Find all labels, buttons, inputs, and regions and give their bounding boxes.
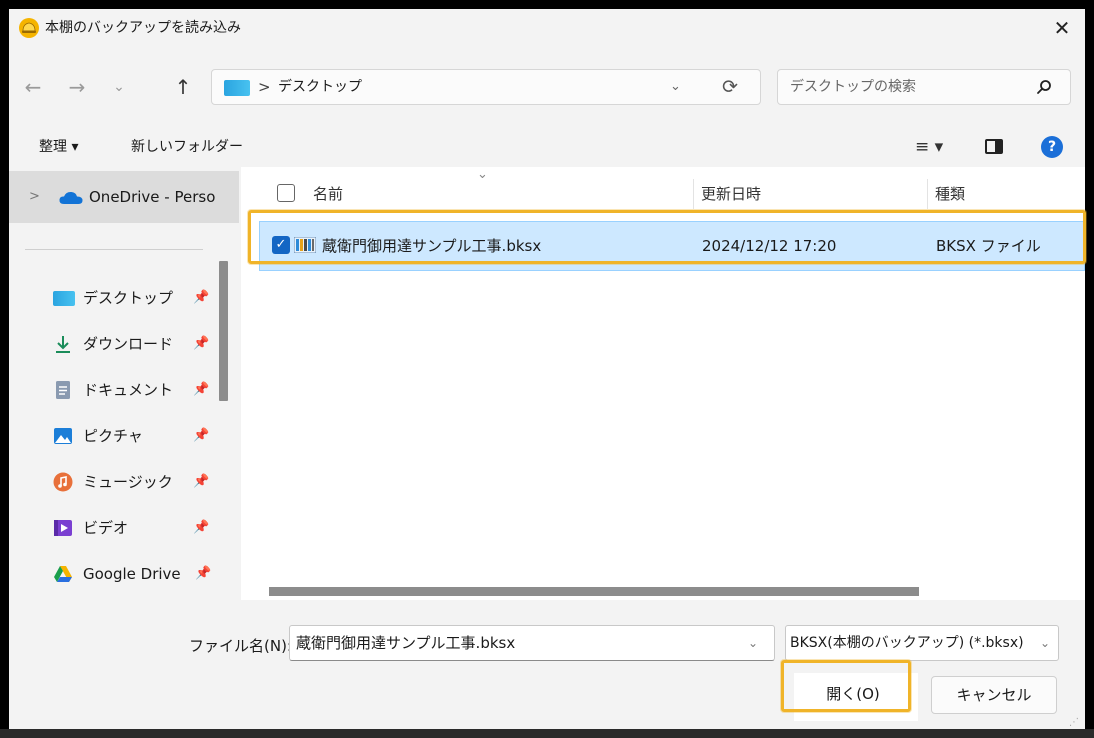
download-icon <box>56 336 70 353</box>
pin-icon[interactable]: 📌 <box>195 551 211 597</box>
command-bar: 整理 ▾ 新しいフォルダー ≡ ▾ ? <box>9 127 1085 167</box>
pin-icon[interactable]: 📌 <box>193 459 209 505</box>
sidebar-item-documents[interactable]: ドキュメント 📌 <box>9 367 223 413</box>
column-header-type[interactable]: 種類 <box>935 179 965 209</box>
open-button-highlight <box>781 660 911 712</box>
screenshot-border-right <box>1085 0 1094 738</box>
preview-pane-fill <box>995 141 1001 152</box>
chevron-down-icon[interactable]: ⌄ <box>1040 626 1050 660</box>
sidebar-item-label: ピクチャ <box>83 427 143 445</box>
preview-pane-icon[interactable] <box>985 139 1003 154</box>
refresh-icon[interactable]: ⟳ <box>722 70 738 104</box>
sidebar-item-onedrive[interactable]: > OneDrive - Perso <box>9 171 239 223</box>
expand-chevron-icon[interactable]: > <box>29 171 40 223</box>
search-input[interactable]: デスクトップの検索 <box>790 70 916 104</box>
column-header-name[interactable]: 名前 <box>313 179 343 209</box>
close-button[interactable]: ✕ <box>1039 9 1085 47</box>
resize-grip-icon[interactable]: ⋰ <box>1069 717 1079 728</box>
desktop-folder-icon <box>224 80 250 96</box>
screenshot-border-bottom <box>0 729 1094 738</box>
horizontal-scrollbar[interactable] <box>269 587 919 596</box>
video-icon <box>54 520 72 536</box>
column-divider[interactable] <box>927 179 928 209</box>
column-header-date[interactable]: 更新日時 <box>701 179 761 209</box>
hardhat-app-icon <box>19 18 39 38</box>
filename-history-dropdown[interactable]: ⌄ <box>748 626 758 660</box>
sidebar-item-google-drive[interactable]: Google Drive 📌 <box>9 551 223 597</box>
sidebar-item-label: Google Drive <box>83 565 181 583</box>
navigation-pane: > OneDrive - Perso デスクトップ 📌 ダウンロード 📌 ドキュ… <box>9 167 239 600</box>
screenshot-border-top <box>0 0 1094 9</box>
sidebar-item-label: ドキュメント <box>83 381 174 399</box>
filename-input[interactable]: 蔵衛門御用達サンプル工事.bksx ⌄ <box>289 625 775 661</box>
music-icon <box>53 472 73 492</box>
view-options-button[interactable]: ≡ ▾ <box>915 127 943 167</box>
pin-icon[interactable]: 📌 <box>193 321 209 367</box>
onedrive-cloud-icon <box>59 191 83 204</box>
forward-button[interactable]: → <box>59 69 95 105</box>
pictures-icon <box>54 428 72 444</box>
pin-icon[interactable]: 📌 <box>193 413 209 459</box>
breadcrumb-separator[interactable]: > <box>258 70 271 104</box>
sidebar-item-videos[interactable]: ビデオ 📌 <box>9 505 223 551</box>
sidebar-divider <box>25 249 203 250</box>
pin-icon[interactable]: 📌 <box>193 505 209 551</box>
back-button[interactable]: ← <box>15 69 51 105</box>
filetype-select[interactable]: BKSX(本棚のバックアップ) (*.bksx) ⌄ <box>785 625 1059 661</box>
sidebar-item-label: デスクトップ <box>83 289 174 307</box>
sidebar-item-desktop[interactable]: デスクトップ 📌 <box>9 275 223 321</box>
up-button[interactable]: ↑ <box>165 69 201 105</box>
select-all-checkbox[interactable] <box>277 184 295 202</box>
sidebar-item-label: ダウンロード <box>83 335 174 353</box>
breadcrumb-desktop[interactable]: デスクトップ <box>278 70 362 104</box>
search-icon[interactable] <box>1036 79 1052 95</box>
sidebar-item-label: ビデオ <box>83 519 129 537</box>
sidebar-item-pictures[interactable]: ピクチャ 📌 <box>9 413 223 459</box>
document-icon <box>56 381 70 399</box>
sidebar-item-label: OneDrive - Perso <box>89 188 216 206</box>
open-file-dialog: 本棚のバックアップを読み込み ✕ ← → ⌄ ↑ > デスクトップ ⌄ ⟳ デス… <box>9 9 1085 729</box>
filetype-value[interactable]: BKSX(本棚のバックアップ) (*.bksx) <box>790 626 1024 660</box>
recent-locations-button[interactable]: ⌄ <box>101 69 137 105</box>
sidebar-item-music[interactable]: ミュージック 📌 <box>9 459 223 505</box>
pin-icon[interactable]: 📌 <box>193 367 209 413</box>
pin-icon[interactable]: 📌 <box>193 275 209 321</box>
new-folder-button[interactable]: 新しいフォルダー <box>131 127 243 167</box>
help-icon[interactable]: ? <box>1041 136 1063 158</box>
filename-label: ファイル名(N): <box>189 637 292 655</box>
filename-value[interactable]: 蔵衛門御用達サンプル工事.bksx <box>296 626 515 660</box>
organize-button[interactable]: 整理 ▾ <box>39 127 78 167</box>
google-drive-icon <box>54 566 72 582</box>
desktop-icon <box>53 291 75 306</box>
sort-indicator-icon: ⌄ <box>477 167 488 182</box>
sidebar-item-label: ミュージック <box>83 473 173 491</box>
search-box[interactable]: デスクトップの検索 <box>777 69 1071 105</box>
address-history-dropdown[interactable]: ⌄ <box>670 70 681 104</box>
sidebar-item-downloads[interactable]: ダウンロード 📌 <box>9 321 223 367</box>
column-divider[interactable] <box>693 179 694 209</box>
screenshot-border-left <box>0 0 9 738</box>
title-bar: 本棚のバックアップを読み込み ✕ <box>9 9 1085 47</box>
address-bar[interactable]: > デスクトップ ⌄ ⟳ <box>211 69 761 105</box>
window-title: 本棚のバックアップを読み込み <box>45 20 241 36</box>
cancel-button[interactable]: キャンセル <box>931 676 1057 714</box>
navigation-scrollbar[interactable] <box>219 261 228 401</box>
selected-file-highlight <box>248 210 1086 264</box>
